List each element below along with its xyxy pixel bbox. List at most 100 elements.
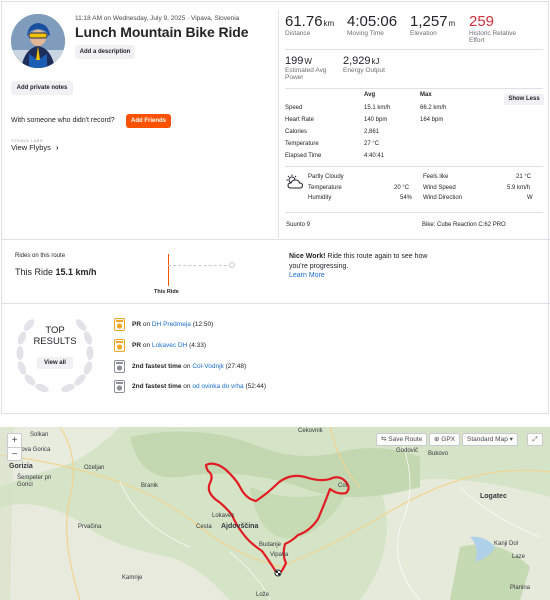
table-divider (285, 88, 543, 89)
power-label: Estimated Avg Power (285, 67, 327, 81)
show-less-button[interactable]: Show Less (504, 94, 544, 105)
this-ride-label: This Ride (15, 267, 54, 277)
weather-wind-speed-value: 5.9 km/h (507, 185, 531, 191)
map-style-select[interactable]: Standard Map ▾ (462, 433, 518, 446)
town-label: Vipava (270, 552, 289, 558)
row-avg: 15.1 km/h (364, 105, 391, 111)
town-label: Cesta (196, 524, 212, 530)
achievement-time: (4:33) (189, 342, 207, 350)
zoom-out-button[interactable]: − (8, 448, 21, 461)
chevron-right-icon: › (55, 143, 59, 152)
achievement-item: 2nd fastest time on od ovinka do vrha (5… (114, 380, 266, 393)
weather-humidity-label: Humidity (308, 195, 332, 201)
town-label: Godovič (396, 448, 419, 454)
weather-wind-dir-label: Wind Direction (423, 195, 463, 201)
town-label: Lože (256, 592, 270, 598)
rides-on-route-heading: Rides on this route (15, 253, 66, 259)
save-route-icon: ⇆ (381, 436, 387, 443)
energy-stat: 2,929kJ Energy Output (343, 55, 385, 74)
top-results-line2: RESULTS (33, 336, 77, 347)
segment-link[interactable]: Col-Vodnjk (192, 363, 223, 370)
record-question-text: With someone who didn't record? (11, 117, 115, 124)
gpx-label: GPX (441, 436, 455, 443)
pr-medal-icon (114, 339, 125, 352)
achievement-pre: on (181, 383, 193, 391)
segment-link[interactable]: Lokavec DH (152, 342, 187, 349)
town-label: Planina (510, 585, 531, 591)
route-map[interactable]: Solkan Nova Gorica Gorizia Šempeter pri … (0, 427, 550, 600)
save-route-label: Save Route (388, 436, 423, 443)
add-friends-button[interactable]: Add Friends (126, 114, 171, 128)
row-label: Speed (285, 105, 303, 111)
row-label: Calories (285, 129, 308, 135)
device-divider (285, 212, 543, 213)
town-label: Bukovo (428, 451, 449, 457)
relative-effort-stat[interactable]: 259 Historic Relative Effort (469, 13, 529, 44)
col-max-header: Max (420, 92, 432, 98)
town-label: Ajdovščina (221, 523, 259, 530)
pr-medal-icon (114, 318, 125, 331)
view-flybys-link[interactable]: View Flybys › (11, 143, 58, 152)
achievement-pre: on (141, 321, 152, 329)
zoom-in-button[interactable]: + (8, 434, 21, 448)
town-label: Kanji Dol (494, 541, 519, 547)
stats-divider (285, 49, 543, 50)
achievement-item: PR on Lokavec DH (4:33) (114, 339, 206, 352)
fullscreen-button[interactable]: ⤢ (527, 433, 543, 446)
activity-datetime: 11:18 AM on Wednesday, July 9, 2025 · Vi… (75, 15, 240, 22)
chevron-down-icon: ▾ (509, 436, 513, 443)
ride-marker-line (168, 254, 169, 286)
achievement-item: PR on DH Predmeja (12:50) (114, 318, 213, 331)
device-name: Suunto 9 (286, 222, 311, 228)
section-divider-1 (2, 239, 550, 240)
row-avg: 2,861 (364, 129, 380, 135)
energy-label: Energy Output (343, 67, 385, 74)
energy-value: 2,929 (343, 55, 371, 67)
top-results-title: TOP RESULTS (26, 325, 84, 347)
row-label: Temperature (285, 141, 319, 147)
row-max: 66.2 km/h (420, 105, 447, 111)
elevation-stat: 1,257m Elevation (410, 13, 455, 37)
fullscreen-icon: ⤢ (532, 436, 538, 443)
achievement-time: (27:48) (225, 363, 247, 371)
achievement-time: (52:44) (245, 383, 267, 391)
view-all-button[interactable]: View all (37, 357, 73, 369)
distance-label: Distance (285, 30, 311, 37)
weather-wind-speed-label: Wind Speed (423, 185, 456, 191)
row-label: Elapsed Time (285, 153, 322, 159)
town-label: Lokavec (212, 513, 235, 519)
segment-link[interactable]: od ovinka do vrha (192, 383, 243, 390)
row-avg: 140 bpm (364, 117, 388, 123)
moving-time-value: 4:05:06 (347, 13, 398, 30)
achievement-pre: on (141, 342, 152, 350)
town-label: Solkan (30, 432, 49, 438)
avatar[interactable] (11, 14, 65, 68)
save-route-button[interactable]: ⇆ Save Route (376, 433, 428, 446)
weather-feels-like-label: Feels like (423, 174, 449, 180)
weather-condition: Partly Cloudy (308, 174, 344, 180)
laurel-icon (16, 319, 94, 393)
add-description-button[interactable]: Add a description (75, 45, 135, 59)
weather-temperature-label: Temperature (308, 185, 342, 191)
this-ride-summary: This Ride 15.1 km/h (15, 267, 97, 277)
town-label: Čekovnik (298, 428, 323, 434)
download-icon: ⊕ (434, 436, 440, 443)
row-avg: 27 °C (364, 141, 380, 147)
town-label: Budanje (259, 542, 282, 548)
segment-link[interactable]: DH Predmeja (152, 321, 191, 328)
ride-trend-dot (229, 262, 235, 268)
gpx-button[interactable]: ⊕ GPX (429, 433, 460, 446)
add-private-notes-button[interactable]: Add private notes (11, 81, 73, 95)
learn-more-link[interactable]: Learn More (289, 271, 429, 281)
achievement-rank: 2nd fastest time (132, 383, 182, 391)
power-stat: 199W Estimated Avg Power (285, 55, 339, 81)
relative-effort-label: Historic Relative Effort (469, 30, 516, 44)
achievement-rank: PR (132, 342, 142, 350)
this-ride-speed: 15.1 km/h (55, 267, 97, 277)
top-results-line1: TOP (45, 325, 65, 336)
row-label: Heart Rate (285, 117, 315, 123)
silver-medal-icon (114, 380, 125, 393)
town-label: Ozeljan (84, 465, 105, 471)
town-label: Gorizia (9, 463, 33, 470)
power-value: 199 (285, 55, 304, 67)
